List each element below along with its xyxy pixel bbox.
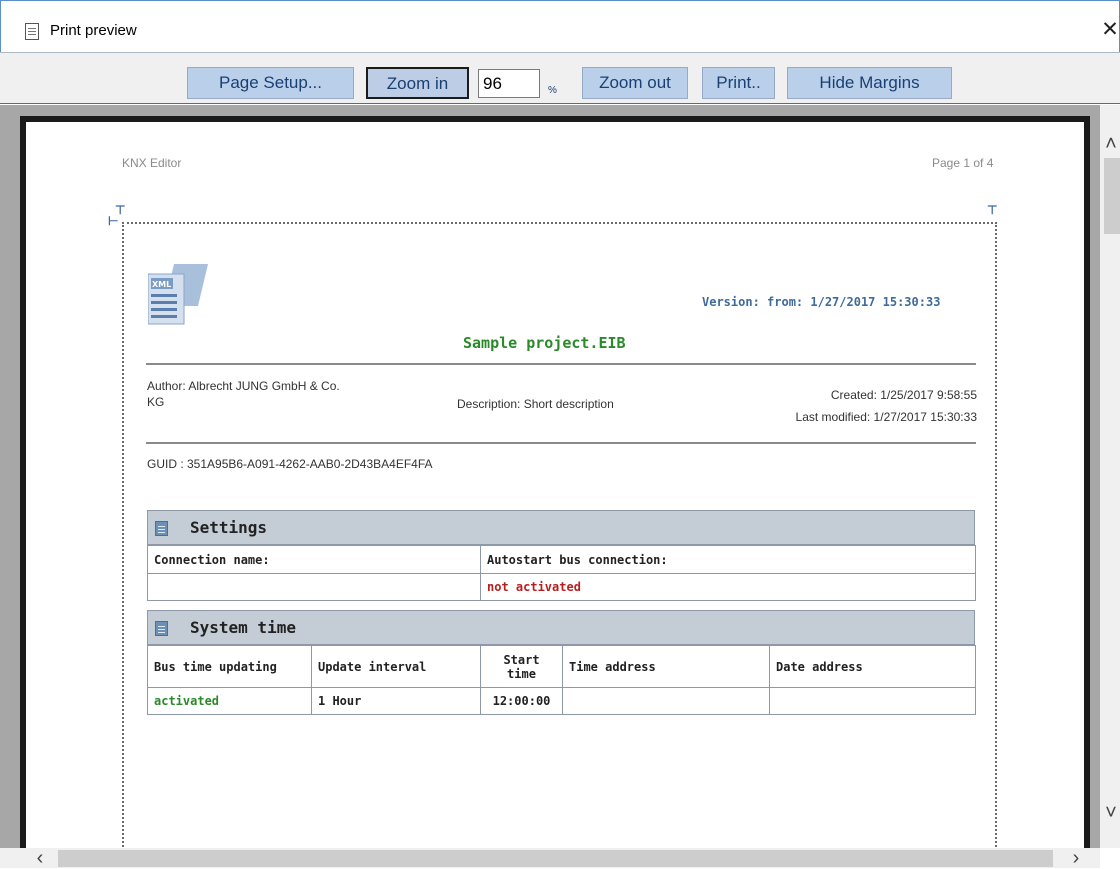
divider bbox=[146, 442, 976, 444]
top-margin-line bbox=[122, 222, 997, 224]
table-cell bbox=[147, 573, 481, 601]
description: Description: Short description bbox=[457, 397, 614, 411]
zoom-input[interactable]: 96 bbox=[478, 69, 540, 98]
preview-page: KNX Editor Page 1 of 4 ⊢ ⊤ ⊤ XML Version… bbox=[26, 122, 1084, 848]
settings-table: Connection name: Autostart bus connectio… bbox=[147, 545, 976, 601]
page-setup-button[interactable]: Page Setup... bbox=[187, 67, 354, 99]
horizontal-scroll-thumb[interactable] bbox=[58, 850, 1053, 867]
page-number: Page 1 of 4 bbox=[932, 156, 994, 170]
table-header-cell: Date address bbox=[769, 645, 976, 688]
project-title: Sample project.EIB bbox=[463, 334, 626, 352]
system-time-title: System time bbox=[190, 618, 296, 637]
system-time-section: System time Bus time updating Update int… bbox=[147, 610, 976, 715]
table-header-cell: Bus time updating bbox=[147, 645, 312, 688]
left-margin-line bbox=[122, 222, 124, 848]
table-header-cell: Start time bbox=[480, 645, 563, 688]
table-header-cell: Update interval bbox=[311, 645, 481, 688]
scroll-up-icon[interactable]: ˄ bbox=[1102, 134, 1120, 154]
preview-canvas: KNX Editor Page 1 of 4 ⊢ ⊤ ⊤ XML Version… bbox=[0, 105, 1100, 848]
author-line-2: KG bbox=[147, 395, 165, 409]
window-title: Print preview bbox=[50, 22, 137, 39]
svg-text:XML: XML bbox=[152, 280, 171, 289]
right-margin-line bbox=[995, 222, 997, 848]
hide-margins-button[interactable]: Hide Margins bbox=[787, 67, 952, 99]
section-xml-icon bbox=[155, 621, 168, 636]
print-button[interactable]: Print.. bbox=[702, 67, 775, 99]
zoom-out-button[interactable]: Zoom out bbox=[582, 67, 688, 99]
zoom-in-button[interactable]: Zoom in bbox=[366, 67, 469, 99]
close-icon[interactable]: ✕ bbox=[1098, 17, 1120, 43]
table-cell: 12:00:00 bbox=[480, 687, 563, 715]
settings-header: Settings bbox=[147, 510, 975, 545]
xml-file-icon: XML bbox=[148, 264, 208, 325]
created-date: Created: 1/25/2017 9:58:55 bbox=[830, 388, 977, 402]
table-header-cell: Time address bbox=[562, 645, 770, 688]
bus-time-status: activated bbox=[147, 687, 312, 715]
version-info: Version: from: 1/27/2017 15:30:33 bbox=[702, 295, 941, 309]
system-time-table: Bus time updating Update interval Start … bbox=[147, 645, 976, 715]
vertical-scroll-thumb[interactable] bbox=[1104, 158, 1120, 234]
toolbar: Page Setup... Zoom in 96 % Zoom out Prin… bbox=[0, 52, 1120, 104]
divider bbox=[146, 363, 976, 365]
guid: GUID : 351A95B6-A091-4262-AAB0-2D43BA4EF… bbox=[147, 457, 433, 471]
table-header-cell: Connection name: bbox=[147, 545, 481, 574]
top-right-margin-handle-icon[interactable]: ⊤ bbox=[987, 204, 997, 216]
autostart-status: not activated bbox=[480, 573, 976, 601]
scroll-down-icon[interactable]: ˅ bbox=[1102, 803, 1120, 823]
top-margin-handle-icon[interactable]: ⊤ bbox=[115, 204, 125, 216]
author-line-1: Author: Albrecht JUNG GmbH & Co. bbox=[147, 379, 340, 393]
table-header-cell: Autostart bus connection: bbox=[480, 545, 976, 574]
title-bar: Print preview ✕ bbox=[0, 0, 1120, 52]
settings-section: Settings Connection name: Autostart bus … bbox=[147, 510, 976, 601]
table-cell bbox=[562, 687, 770, 715]
table-cell: 1 Hour bbox=[311, 687, 481, 715]
document-icon bbox=[25, 23, 39, 40]
last-modified-date: Last modified: 1/27/2017 15:30:33 bbox=[795, 410, 977, 424]
zoom-unit-label: % bbox=[548, 85, 557, 96]
table-cell bbox=[769, 687, 976, 715]
system-time-header: System time bbox=[147, 610, 975, 645]
section-xml-icon bbox=[155, 521, 168, 536]
scroll-left-icon[interactable]: ‹ bbox=[30, 848, 50, 868]
settings-title: Settings bbox=[190, 518, 268, 537]
scroll-right-icon[interactable]: › bbox=[1066, 848, 1086, 868]
page-header-left: KNX Editor bbox=[122, 156, 182, 170]
